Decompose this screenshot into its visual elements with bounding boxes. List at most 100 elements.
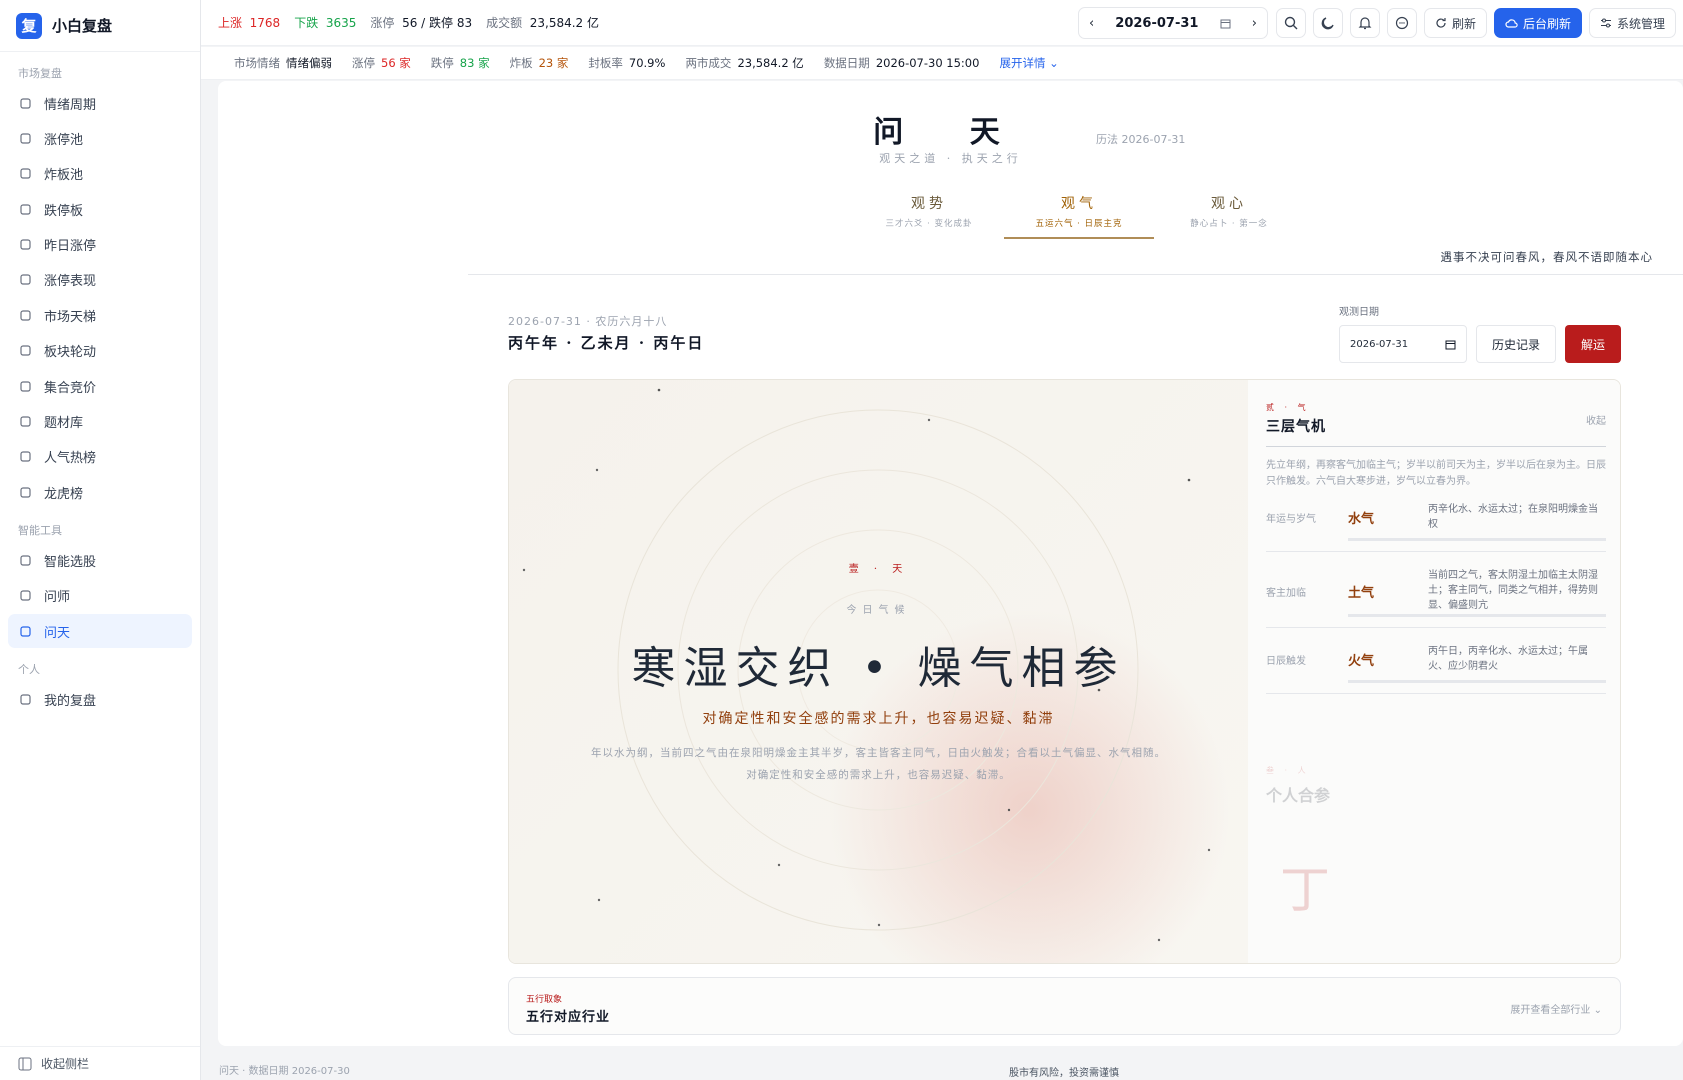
sidebar-item-label: 人气热榜 <box>44 451 97 467</box>
expand-industries-link[interactable]: 展开查看全部行业 ⌄ <box>1510 1001 1602 1016</box>
sidebar-item[interactable]: 问天 <box>8 614 192 649</box>
sliders-icon <box>1600 18 1611 28</box>
background-refresh-label: 后台刷新 <box>1522 16 1571 31</box>
sidebar-item[interactable]: 我的复盘 <box>8 682 192 716</box>
interpret-button[interactable]: 解运 <box>1565 325 1621 363</box>
history-icon <box>18 238 32 252</box>
sidebar-item[interactable]: 市场天梯 <box>8 298 192 332</box>
hero-desc: 年以水为纲，当前四之气由在泉阳明燥金主其半岁，客主皆客主同气，日由火触发；合看以… <box>591 747 1166 781</box>
message-button[interactable] <box>1386 8 1417 38</box>
calendar-date: 历法 2026-07-31 <box>1096 133 1186 146</box>
sidebar-item[interactable]: 情绪周期 <box>8 86 192 120</box>
sidebar-item[interactable]: 人气热榜 <box>8 440 192 474</box>
edit-icon <box>18 692 32 706</box>
theme-toggle-button[interactable] <box>1312 8 1343 38</box>
fb-stat: 封板率 70.9% <box>588 55 665 71</box>
date-picker[interactable]: ‹ 2026-07-31 › <box>1077 7 1268 39</box>
data-date-label: 数据日期 <box>823 56 870 70</box>
side-tag: 贰 · 气 <box>1266 403 1310 412</box>
app-logo[interactable]: 复 小白复盘 <box>0 0 200 52</box>
qi-row-desc: 丙午日，丙辛化水、水运太过；午属火、应少阴君火 <box>1428 646 1588 672</box>
qi-row-bar <box>1348 538 1606 541</box>
tab-guanqi[interactable]: 观气 五运六气 · 日辰主克 <box>1004 193 1154 239</box>
sidebar: 复 小白复盘 市场复盘 情绪周期 涨停池 炸板池 跌停板 昨日涨停 涨停表现 市场天梯 板块轮动… <box>0 0 201 1080</box>
chevron-down-icon: ⌄ <box>1049 56 1059 70</box>
collapse-sidebar-button[interactable]: 收起侧栏 <box>0 1046 200 1080</box>
tab-name: 观势 <box>911 196 947 212</box>
notification-button[interactable] <box>1349 8 1380 38</box>
bars-icon <box>18 450 32 464</box>
qi-row-value: 水气 <box>1348 512 1375 527</box>
sidebar-item[interactable]: 板块轮动 <box>8 334 192 368</box>
sidebar-item[interactable]: 涨停池 <box>8 121 192 155</box>
qi-row-label: 客主加临 <box>1266 588 1306 599</box>
divider <box>468 274 1683 275</box>
side-divider <box>1266 446 1606 447</box>
sidebar-item[interactable]: 问师 <box>8 579 192 613</box>
pulse-icon <box>18 96 32 110</box>
moon-icon <box>1321 17 1334 30</box>
mood-label: 市场情绪 <box>234 56 280 70</box>
qi-panel: 壹 · 天 今日气候 寒湿交织 • 燥气相参 对确定性和安全感的需求上升，也容易… <box>508 379 1621 964</box>
tab-name: 观气 <box>1061 196 1097 212</box>
sidebar-item[interactable]: 昨日涨停 <box>8 228 192 262</box>
sidebar-item-label: 昨日涨停 <box>44 239 97 255</box>
cloud-icon <box>1505 19 1518 28</box>
market-summary-bar: 市场情绪 情绪偏弱 涨停 56 家 跌停 83 家 炸板 23 家 封板率 70.9% 两… <box>201 47 1683 80</box>
sidebar-item-label: 龙虎榜 <box>44 486 84 502</box>
observe-date-input[interactable]: 2026-07-31 <box>1339 325 1467 363</box>
calendar-icon[interactable] <box>1445 339 1456 350</box>
tab-guanxin[interactable]: 观心 静心占卜 · 第一念 <box>1154 193 1304 239</box>
calendar-icon[interactable] <box>1220 18 1231 29</box>
scan-icon <box>18 553 32 567</box>
up-value: 1768 <box>249 16 281 30</box>
personal-tag: 叁 · 人 <box>1266 766 1310 775</box>
fold-button[interactable]: 收起 <box>1586 412 1606 427</box>
fb-value: 70.9% <box>628 56 666 70</box>
nav-group-label: 个人 <box>18 663 40 677</box>
history-button[interactable]: 历史记录 <box>1476 325 1556 363</box>
sidebar-item[interactable]: 智能选股 <box>8 543 192 577</box>
expand-details-link[interactable]: 展开详情 ⌄ <box>999 55 1058 71</box>
search-button[interactable] <box>1275 8 1306 38</box>
fb-label: 封板率 <box>588 56 623 70</box>
sidebar-item[interactable]: 跌停板 <box>8 192 192 226</box>
limit-label: 涨停 <box>370 16 395 30</box>
sidebar-item[interactable]: 炸板池 <box>8 157 192 191</box>
system-settings-label: 系统管理 <box>1616 16 1665 31</box>
hero-tag: 壹 · 天 <box>848 564 909 575</box>
tab-guanshi[interactable]: 观势 三才六爻 · 变化成卦 <box>854 193 1004 239</box>
qi-row-bar <box>1348 614 1606 617</box>
sidebar-item-label: 炸板池 <box>44 168 84 184</box>
down-stat: 下跌 3635 <box>294 14 356 31</box>
collapse-label: 收起侧栏 <box>41 1057 90 1071</box>
five-elements-card[interactable]: 五行取象 五行对应行业 展开查看全部行业 ⌄ <box>508 977 1621 1035</box>
sidebar-item[interactable]: 题材库 <box>8 405 192 439</box>
sidebar-item[interactable]: 涨停表现 <box>8 263 192 297</box>
refresh-label: 刷新 <box>1451 16 1476 31</box>
data-date-stat: 数据日期 2026-07-30 15:00 <box>824 55 980 71</box>
background-refresh-button[interactable]: 后台刷新 <box>1493 8 1582 38</box>
qi-row: 年运与岁气 水气 丙辛化水、水运太过；在泉阳明燥金当权 <box>1266 492 1606 552</box>
up-label: 上涨 <box>218 16 243 30</box>
refresh-button[interactable]: 刷新 <box>1423 8 1487 38</box>
turnover-value: 23,584.2 亿 <box>529 16 600 30</box>
system-settings-button[interactable]: 系统管理 <box>1588 8 1676 38</box>
rotate-icon <box>18 344 32 358</box>
sidebar-item[interactable]: 龙虎榜 <box>8 475 192 509</box>
prev-day-icon[interactable]: ‹ <box>1089 16 1094 31</box>
three-layer-panel: 贰 · 气 三层气机 收起 先立年纲，再察客气加临主气；岁半以前司天为主，岁半以… <box>1248 380 1620 963</box>
dt-label: 跌停 <box>430 56 454 70</box>
sidebar-item[interactable]: 集合竞价 <box>8 369 192 403</box>
proverb: 遇事不决可问春风，春风不语即随本心 <box>1440 250 1653 264</box>
page-title: 问 天 <box>873 115 1028 150</box>
topbar: 上涨 1768 下跌 3635 涨停 56 / 跌停 83 成交额 23,584… <box>201 0 1683 46</box>
sidebar-item-label: 涨停表现 <box>44 274 97 290</box>
limit-stat: 涨停 56 / 跌停 83 <box>370 14 472 31</box>
sidebar-item-label: 我的复盘 <box>44 693 97 709</box>
personal-section: 叁 · 人 个人合参 丁 <box>1266 765 1606 963</box>
date-meta: 2026-07-31 · 农历六月十八 <box>508 315 668 328</box>
next-day-icon[interactable]: › <box>1252 16 1257 31</box>
side-desc: 先立年纲，再察客气加临主气；岁半以前司天为主，岁半以后在泉为主。日辰只作触发。六… <box>1266 460 1606 487</box>
page-title-block: 问 天 历法 2026-07-31 <box>218 107 1683 151</box>
